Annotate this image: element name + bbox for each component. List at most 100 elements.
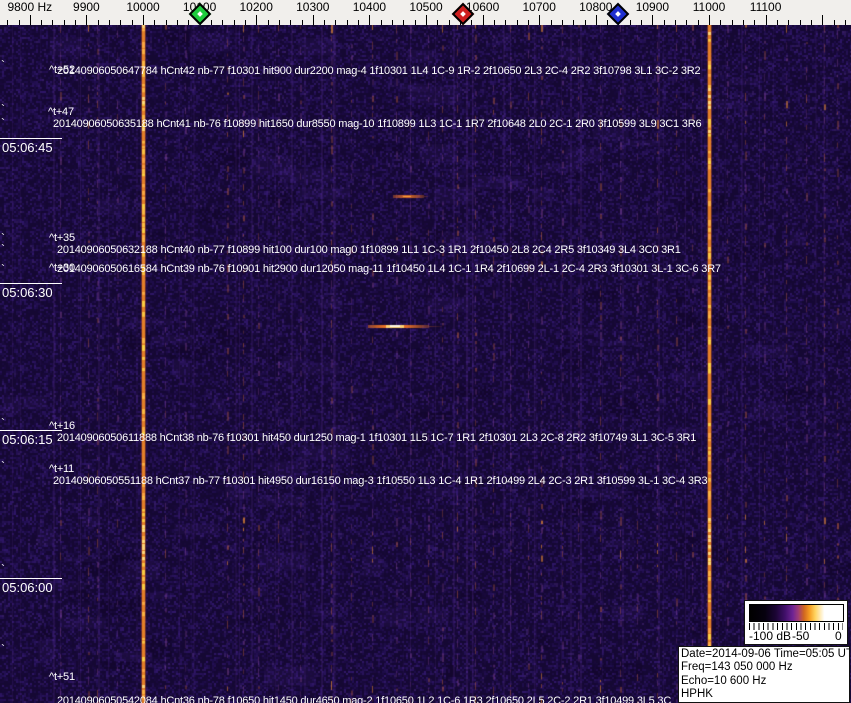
ruler-minor-tick (743, 20, 744, 25)
marker-center-dot (460, 11, 466, 17)
ruler-minor-tick (585, 20, 586, 25)
ruler-minor-tick (234, 20, 235, 25)
ruler-minor-tick (381, 20, 382, 25)
info-date-line: Date=2014-09-06 Time=05:05 UTC (681, 648, 849, 661)
ruler-major-tick (596, 15, 597, 25)
db-label-mid: -50 (792, 629, 809, 643)
ruler-minor-tick (845, 20, 846, 25)
ruler-freq-label: 10300 (296, 0, 329, 14)
left-edge-tick: ` (1, 463, 5, 469)
event-detail-text: 20140906050611888 hCnt38 nb-76 f10301 hi… (57, 432, 696, 444)
ruler-minor-tick (686, 20, 687, 25)
ruler-major-tick (86, 15, 87, 25)
ruler-freq-label: 9800 Hz (7, 0, 52, 14)
ruler-minor-tick (222, 20, 223, 25)
db-label-min: -100 dB (749, 629, 791, 643)
event-detail-text: 20140906050551188 hCnt37 nb-77 f10301 hi… (53, 475, 707, 487)
ruler-major-tick (652, 15, 653, 25)
ruler-minor-tick (811, 20, 812, 25)
ruler-freq-label: 10200 (240, 0, 273, 14)
ruler-freq-label: 10000 (126, 0, 159, 14)
ruler-minor-tick (268, 20, 269, 25)
info-station-line: HPHK (681, 688, 849, 701)
marker-center-dot (616, 11, 622, 17)
left-edge-tick: ` (1, 246, 5, 252)
ruler-minor-tick (720, 20, 721, 25)
ruler-minor-tick (392, 20, 393, 25)
ruler-minor-tick (403, 20, 404, 25)
ruler-minor-tick (98, 20, 99, 25)
ruler-minor-tick (573, 20, 574, 25)
ruler-minor-tick (800, 20, 801, 25)
time-label: 05:06:45 (2, 140, 53, 155)
ruler-minor-tick (675, 20, 676, 25)
left-edge-tick: ` (1, 106, 5, 112)
ruler-minor-tick (630, 20, 631, 25)
event-detail-text: 20140906050632188 hCnt40 nb-77 f10899 hi… (57, 244, 681, 256)
left-edge-tick: ` (1, 566, 5, 572)
ruler-minor-tick (562, 20, 563, 25)
ruler-major-tick (313, 15, 314, 25)
ruler-major-tick (30, 15, 31, 25)
spectrogram-app: 9800 Hz990010000101001020010300104001050… (0, 0, 851, 703)
ruler-freq-label: 10700 (523, 0, 556, 14)
ruler-minor-tick (245, 20, 246, 25)
ruler-minor-tick (607, 20, 608, 25)
ruler-minor-tick (335, 20, 336, 25)
left-edge-tick: ` (1, 120, 5, 126)
left-edge-tick: ` (1, 62, 5, 68)
event-detail-text: 20140906050542084 hCnt36 nb-78 f10650 hi… (57, 695, 671, 703)
ruler-minor-tick (834, 20, 835, 25)
ruler-minor-tick (7, 20, 8, 25)
ruler-minor-tick (109, 20, 110, 25)
ruler-minor-tick (120, 20, 121, 25)
info-box: Date=2014-09-06 Time=05:05 UTC Freq=143 … (678, 646, 850, 703)
ruler-minor-tick (528, 20, 529, 25)
ruler-minor-tick (415, 20, 416, 25)
db-gradient-bar (749, 604, 844, 622)
ruler-minor-tick (551, 20, 552, 25)
ruler-major-tick (483, 15, 484, 25)
ruler-minor-tick (517, 20, 518, 25)
ruler-freq-label: 11000 (693, 0, 725, 14)
ruler-minor-tick (698, 20, 699, 25)
frequency-ruler[interactable]: 9800 Hz990010000101001020010300104001050… (0, 0, 851, 25)
ruler-minor-tick (471, 20, 472, 25)
time-label: 05:06:00 (2, 580, 53, 595)
ruler-minor-tick (64, 20, 65, 25)
ruler-minor-tick (347, 20, 348, 25)
left-edge-tick: ` (1, 420, 5, 426)
ruler-minor-tick (52, 20, 53, 25)
ruler-major-tick (766, 15, 767, 25)
ruler-minor-tick (754, 20, 755, 25)
left-edge-tick: ` (1, 646, 5, 652)
ruler-minor-tick (41, 20, 42, 25)
ruler-minor-tick (358, 20, 359, 25)
ruler-freq-label: 9900 (73, 0, 100, 14)
event-time-tag: ^t+51 (49, 671, 75, 683)
ruler-minor-tick (777, 20, 778, 25)
ruler-minor-tick (166, 20, 167, 25)
ruler-minor-tick (279, 20, 280, 25)
ruler-minor-tick (494, 20, 495, 25)
ruler-major-tick (143, 15, 144, 25)
event-detail-text: 20140906050616584 hCnt39 nb-76 f10901 hi… (57, 263, 721, 275)
time-label: 05:06:15 (2, 432, 53, 447)
event-time-tag: ^t+47 (48, 106, 74, 118)
event-detail-text: 20140906050635188 hCnt41 nb-76 f10899 hi… (53, 118, 701, 130)
ruler-minor-tick (732, 20, 733, 25)
ruler-minor-tick (641, 20, 642, 25)
ruler-minor-tick (302, 20, 303, 25)
ruler-minor-tick (324, 20, 325, 25)
event-time-tag: ^t+11 (49, 463, 74, 475)
ruler-minor-tick (211, 20, 212, 25)
ruler-freq-label: 11100 (750, 0, 782, 14)
ruler-minor-tick (505, 20, 506, 25)
ruler-minor-tick (664, 20, 665, 25)
ruler-minor-tick (449, 20, 450, 25)
db-color-scale: -100 dB -50 0 (744, 600, 848, 645)
ruler-minor-tick (788, 20, 789, 25)
ruler-major-tick (369, 15, 370, 25)
ruler-minor-tick (290, 20, 291, 25)
left-edge-tick: ` (1, 266, 5, 272)
